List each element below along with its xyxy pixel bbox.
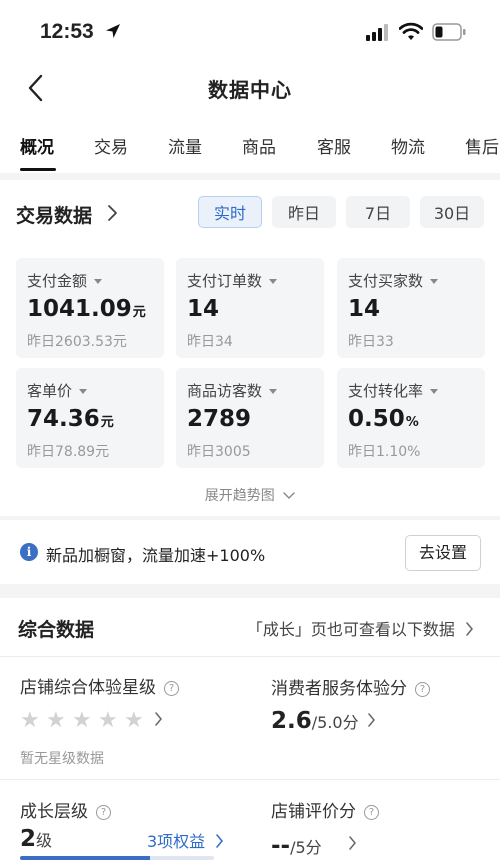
metric-value: 74.36 [27, 406, 100, 432]
metric-previous: 昨日3005 [187, 444, 251, 460]
metric-card-visitors[interactable]: 商品访客数 2789 昨日3005 [176, 368, 324, 468]
overall-data-title: 综合数据 [18, 619, 95, 641]
benefits-link[interactable]: 3项权益 [147, 828, 224, 852]
no-rating-note: 暂无星级数据 [20, 751, 104, 767]
star-icon: ★ [72, 708, 92, 733]
tab-traffic[interactable]: 流量 [168, 133, 202, 158]
service-score-label: 消费者服务体验分? [271, 674, 430, 699]
battery-icon [432, 23, 466, 41]
notice-text: 新品加橱窗，流量加速+100% [46, 546, 266, 565]
status-bar: 12:53 [0, 0, 500, 62]
metric-label: 支付金额 [27, 272, 88, 290]
range-realtime-button[interactable]: 实时 [198, 196, 262, 228]
caret-down-icon [430, 279, 439, 284]
tab-trade[interactable]: 交易 [94, 133, 128, 158]
shop-rating-label: 店铺综合体验星级? [20, 673, 179, 698]
review-score-label: 店铺评价分? [271, 797, 379, 822]
metric-value: 0.50 [348, 406, 405, 432]
caret-down-icon [269, 389, 278, 394]
range-yesterday-button[interactable]: 昨日 [272, 196, 336, 228]
range-30d-button[interactable]: 30日 [420, 196, 484, 228]
star-icon: ★ [46, 708, 66, 733]
expand-trend-chart-link[interactable]: 展开趋势图 [0, 485, 500, 505]
promo-notice: i 新品加橱窗，流量加速+100% 去设置 [0, 520, 500, 584]
metric-card-orders[interactable]: 支付订单数 14 昨日34 [176, 258, 324, 358]
nav-bar: 数据中心 [0, 62, 500, 117]
chevron-down-icon [283, 492, 295, 499]
metric-value: 14 [187, 296, 220, 322]
review-score-value[interactable]: --/5分 [271, 833, 322, 859]
metric-previous: 昨日1.10% [348, 444, 421, 460]
metric-card-conversion-rate[interactable]: 支付转化率 0.50% 昨日1.10% [337, 368, 485, 468]
tab-customer-service[interactable]: 客服 [317, 133, 351, 158]
tab-bar: 概况 交易 流量 商品 客服 物流 售后 [0, 117, 500, 173]
question-icon[interactable]: ? [415, 682, 430, 697]
page-title: 数据中心 [208, 78, 292, 102]
metric-value: 14 [348, 296, 381, 322]
chevron-right-icon[interactable] [367, 712, 376, 728]
metric-label: 支付订单数 [187, 272, 263, 290]
hint-text: 「成长」页也可查看以下数据 [246, 620, 455, 639]
chevron-right-icon[interactable] [106, 204, 118, 222]
metric-unit: 元 [132, 305, 146, 320]
growth-level-value: 2级 [20, 826, 53, 852]
metric-value: 2789 [187, 406, 252, 432]
growth-level-label: 成长层级? [20, 797, 111, 822]
wifi-icon [399, 22, 423, 40]
star-icon: ★ [124, 708, 144, 733]
metric-unit: 元 [100, 415, 114, 430]
active-tab-indicator [20, 168, 56, 171]
divider [0, 779, 500, 780]
star-icon: ★ [98, 708, 118, 733]
go-settings-button[interactable]: 去设置 [405, 535, 481, 571]
expand-trend-label: 展开趋势图 [204, 488, 275, 504]
metric-value: 1041.09 [27, 296, 132, 322]
caret-down-icon [269, 279, 278, 284]
trade-data-title[interactable]: 交易数据 [16, 201, 92, 228]
star-icon: ★ [20, 708, 40, 733]
trade-data-card: 交易数据 实时 昨日 7日 30日 支付金额 1041.09元 昨日2603.5… [0, 180, 500, 516]
tab-after-sales[interactable]: 售后 [465, 133, 499, 158]
metric-label: 商品访客数 [187, 382, 263, 400]
metric-previous: 昨日2603.53元 [27, 334, 127, 350]
metric-label: 支付转化率 [348, 382, 424, 400]
growth-progress-bar [20, 856, 214, 860]
metric-card-buyers[interactable]: 支付买家数 14 昨日33 [337, 258, 485, 358]
overall-data-card: 综合数据 「成长」页也可查看以下数据 店铺综合体验星级? ★ ★ ★ ★ ★ 暂… [0, 598, 500, 865]
caret-down-icon [94, 279, 103, 284]
range-7d-button[interactable]: 7日 [346, 196, 410, 228]
metric-previous: 昨日78.89元 [27, 444, 110, 460]
chevron-right-icon [216, 834, 224, 848]
metric-label: 支付买家数 [348, 272, 424, 290]
caret-down-icon [79, 389, 88, 394]
growth-page-hint-link[interactable]: 「成长」页也可查看以下数据 [247, 616, 474, 640]
tab-logistics[interactable]: 物流 [391, 133, 425, 158]
tab-products[interactable]: 商品 [242, 133, 276, 158]
divider [0, 656, 500, 657]
cellular-signal-icon [366, 24, 388, 41]
metric-previous: 昨日34 [187, 334, 233, 350]
growth-progress-fill [20, 856, 150, 860]
chevron-right-icon[interactable] [348, 835, 357, 851]
location-arrow-icon [106, 24, 120, 38]
metric-previous: 昨日33 [348, 334, 394, 350]
info-icon: i [20, 543, 38, 561]
metric-label: 客单价 [27, 382, 73, 400]
service-score-value[interactable]: 2.6/5.0分 [271, 708, 359, 734]
metric-card-avg-order-value[interactable]: 客单价 74.36元 昨日78.89元 [16, 368, 164, 468]
chevron-right-icon [466, 622, 473, 636]
metric-unit: % [405, 415, 419, 430]
status-time: 12:53 [40, 20, 94, 43]
tab-overview[interactable]: 概况 [20, 133, 54, 158]
caret-down-icon [430, 389, 439, 394]
chevron-right-icon[interactable] [154, 711, 163, 727]
metric-card-payment-amount[interactable]: 支付金额 1041.09元 昨日2603.53元 [16, 258, 164, 358]
question-icon[interactable]: ? [164, 681, 179, 696]
question-icon[interactable]: ? [96, 805, 111, 820]
question-icon[interactable]: ? [364, 805, 379, 820]
